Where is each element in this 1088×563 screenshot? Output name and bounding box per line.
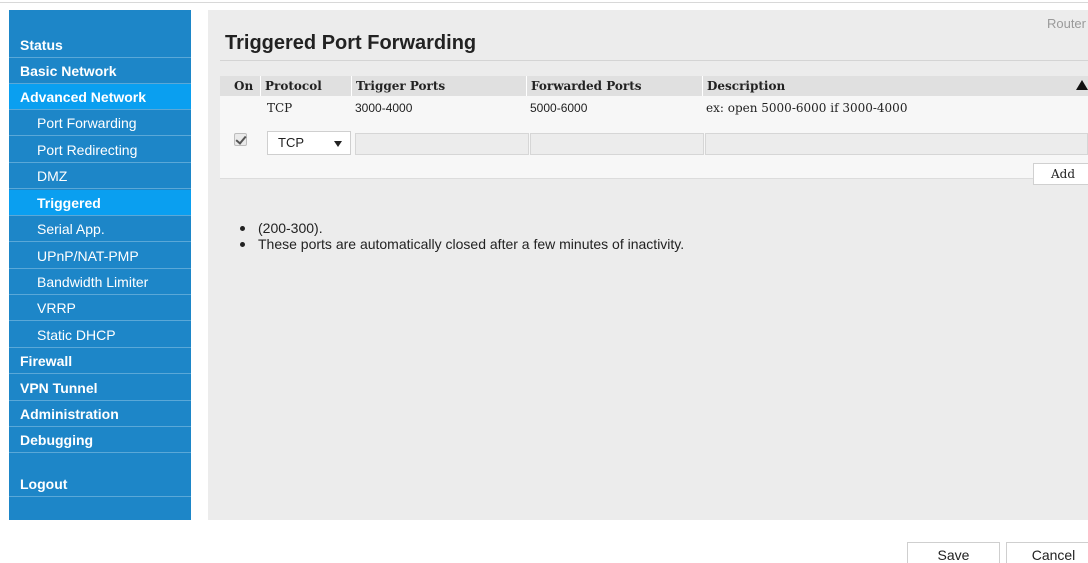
sidebar-item-status[interactable]: Status bbox=[9, 32, 191, 58]
description-input[interactable] bbox=[705, 133, 1088, 155]
note-text: (200-300). bbox=[258, 220, 323, 236]
top-rule bbox=[0, 2, 1088, 3]
row-trigger-ports: 3000-4000 bbox=[355, 101, 413, 115]
save-button[interactable]: Save bbox=[907, 542, 1000, 563]
sidebar-item-port-redirecting[interactable]: Port Redirecting bbox=[9, 137, 191, 163]
main-panel: Router Triggered Port Forwarding On Prot… bbox=[208, 10, 1088, 520]
list-item: (200-300). bbox=[240, 220, 684, 236]
column-header-protocol: Protocol bbox=[260, 76, 351, 96]
trigger-table: On Protocol Trigger Ports Forwarded Port… bbox=[220, 76, 1088, 185]
cancel-button[interactable]: Cancel bbox=[1006, 542, 1088, 563]
sidebar-item-debugging[interactable]: Debugging bbox=[9, 427, 191, 453]
row-protocol: TCP bbox=[267, 101, 293, 115]
sidebar-nav: Status Basic Network Advanced Network Po… bbox=[9, 10, 191, 520]
protocol-select[interactable]: TCP bbox=[267, 131, 351, 155]
table-header: On Protocol Trigger Ports Forwarded Port… bbox=[220, 76, 1088, 96]
sidebar-item-administration[interactable]: Administration bbox=[9, 401, 191, 427]
add-button[interactable]: Add bbox=[1033, 163, 1088, 185]
sort-ascending-icon[interactable] bbox=[1076, 80, 1088, 90]
note-text: These ports are automatically closed aft… bbox=[258, 236, 685, 252]
sidebar-item-firewall[interactable]: Firewall bbox=[9, 348, 191, 374]
sidebar-item-advanced-network[interactable]: Advanced Network bbox=[9, 84, 191, 110]
column-header-on: On bbox=[234, 79, 254, 93]
list-item: These ports are automatically closed aft… bbox=[240, 236, 684, 252]
sidebar-item-port-forwarding[interactable]: Port Forwarding bbox=[9, 110, 191, 136]
brand-label: Router bbox=[1046, 16, 1086, 31]
notes-list: (200-300). These ports are automatically… bbox=[240, 220, 684, 252]
row-forwarded-ports: 5000-6000 bbox=[530, 101, 588, 115]
column-header-trigger-ports: Trigger Ports bbox=[351, 76, 526, 96]
sidebar-item-upnp-nat-pmp[interactable]: UPnP/NAT-PMP bbox=[9, 243, 191, 269]
sidebar-item-triggered[interactable]: Triggered bbox=[9, 190, 191, 216]
sidebar-item-basic-network[interactable]: Basic Network bbox=[9, 58, 191, 84]
enable-checkbox[interactable] bbox=[234, 133, 247, 146]
row-description: ex: open 5000-6000 if 3000-4000 bbox=[706, 101, 908, 115]
sidebar-item-vrrp[interactable]: VRRP bbox=[9, 295, 191, 321]
column-header-description[interactable]: Description bbox=[702, 76, 1088, 96]
sidebar-item-static-dhcp[interactable]: Static DHCP bbox=[9, 322, 191, 348]
sidebar-item-logout[interactable]: Logout bbox=[9, 471, 191, 497]
sidebar-item-vpn-tunnel[interactable]: VPN Tunnel bbox=[9, 375, 191, 401]
sidebar-item-bandwidth-limiter[interactable]: Bandwidth Limiter bbox=[9, 269, 191, 295]
title-divider bbox=[220, 60, 1088, 61]
sidebar-item-serial-app[interactable]: Serial App. bbox=[9, 216, 191, 242]
bullet-icon bbox=[240, 242, 245, 247]
page-title: Triggered Port Forwarding bbox=[225, 32, 477, 54]
protocol-select-value: TCP bbox=[278, 135, 304, 150]
forwarded-ports-input[interactable] bbox=[530, 133, 704, 155]
bullet-icon bbox=[240, 226, 245, 231]
trigger-ports-input[interactable] bbox=[355, 133, 529, 155]
dropdown-arrow-icon bbox=[334, 141, 342, 147]
column-header-forwarded-ports: Forwarded Ports bbox=[526, 76, 702, 96]
sidebar-item-dmz[interactable]: DMZ bbox=[9, 163, 191, 189]
